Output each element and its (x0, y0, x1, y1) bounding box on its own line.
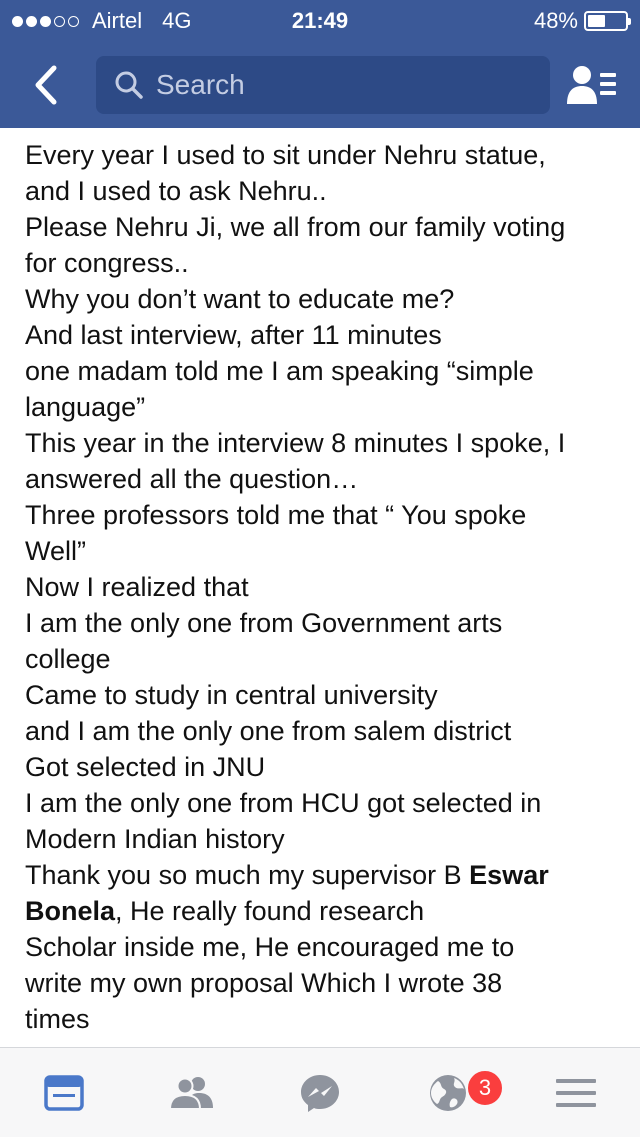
post-line: I am the only one from Government arts (25, 608, 503, 638)
friend-requests-icon[interactable] (566, 64, 620, 108)
post-line: Well” (25, 536, 87, 566)
menu-icon[interactable] (516, 1048, 636, 1137)
battery-percent: 48% (533, 8, 578, 33)
search-input[interactable]: Search (156, 69, 245, 101)
post-text-segment: , He really found research (115, 896, 425, 926)
post-text: Every year I used to sit under Nehru sta… (25, 137, 625, 1037)
post-line: Three professors told me that “ You spok… (25, 500, 527, 530)
search-icon (115, 71, 143, 99)
post-line: and I am the only one from salem distric… (25, 716, 512, 746)
top-bar: Airtel 4G 21:49 48% Search (0, 0, 640, 128)
friends-icon[interactable] (132, 1048, 252, 1137)
post-line: and I used to ask Nehru.. (25, 176, 327, 206)
news-feed-icon[interactable] (4, 1048, 124, 1137)
post-text-segment: Thank you so much my supervisor B (25, 860, 470, 890)
post-line: Every year I used to sit under Nehru sta… (25, 140, 546, 170)
navigation-bar: Search (0, 56, 640, 114)
post-line: Thank you so much my supervisor B Eswar (25, 857, 625, 893)
post-line: Came to study in central university (25, 680, 438, 710)
post-line: answered all the question… (25, 464, 359, 494)
post-line: Please Nehru Ji, we all from our family … (25, 212, 566, 242)
supervisor-name: Eswar (469, 860, 549, 890)
post-line: Got selected in JNU (25, 752, 266, 782)
post-line: This year in the interview 8 minutes I s… (25, 428, 566, 458)
post-line: write my own proposal Which I wrote 38 (25, 968, 503, 998)
post-line: Now I realized that (25, 572, 249, 602)
chevron-left-icon[interactable] (28, 62, 68, 108)
post-line: one madam told me I am speaking “simple (25, 356, 534, 386)
supervisor-surname: Bonela (25, 896, 116, 926)
post-line: times (25, 1004, 90, 1034)
post-line: for congress.. (25, 248, 189, 278)
battery-icon (584, 11, 631, 31)
post-line: Scholar inside me, He encouraged me to (25, 932, 515, 962)
search-bar[interactable]: Search (96, 56, 550, 114)
post-line: Modern Indian history (25, 824, 285, 854)
notification-count-badge: 3 (466, 1069, 504, 1107)
messenger-icon[interactable] (260, 1048, 380, 1137)
post-line: language” (25, 392, 146, 422)
post-line: college (25, 644, 111, 674)
post-line: Bonela, He really found research (25, 893, 625, 929)
post-line: And last interview, after 11 minutes (25, 320, 442, 350)
tab-bar: 3 (0, 1047, 640, 1137)
status-bar: Airtel 4G 21:49 48% (0, 0, 640, 40)
post-line: I am the only one from HCU got selected … (25, 788, 542, 818)
post-line: Why you don’t want to educate me? (25, 284, 455, 314)
